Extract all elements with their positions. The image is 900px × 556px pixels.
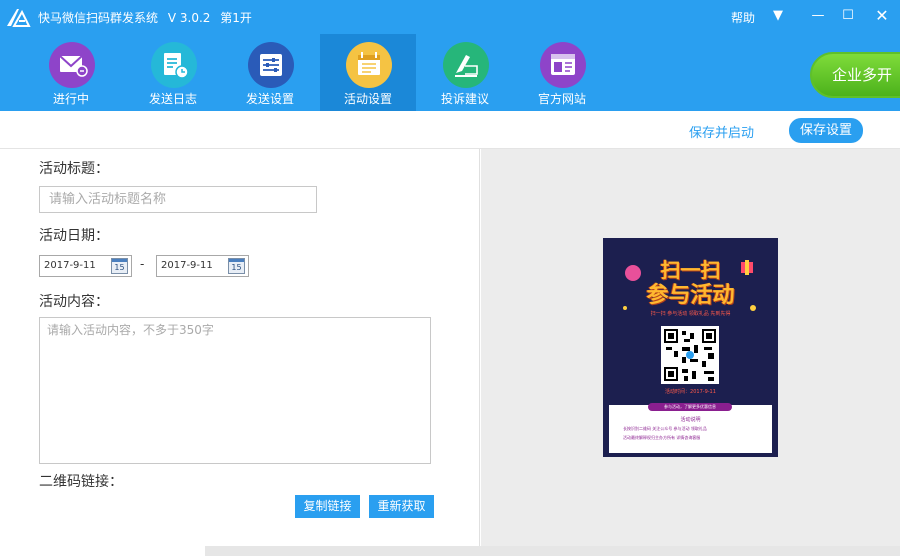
nav-item-activity-settings[interactable]: 活动设置 <box>320 34 416 111</box>
minimize-icon[interactable]: — <box>808 6 828 26</box>
qr-code-image <box>661 326 719 384</box>
app-version: V 3.0.2 <box>167 11 211 25</box>
copy-link-button[interactable]: 复制链接 <box>295 495 360 518</box>
content-textarea[interactable]: 请输入活动内容，不多于350字 <box>39 317 431 464</box>
poster-title-line2: 参与活动 <box>646 283 735 308</box>
start-date-picker[interactable]: 2017-9-11 15 <box>39 255 132 277</box>
toolbar: 保存并启动 保存设置 <box>0 111 900 149</box>
bottom-scroll-area <box>205 546 900 556</box>
activity-form-panel: 活动标题： 请输入活动标题名称 活动日期： 2017-9-11 15 - 201… <box>0 149 480 556</box>
feedback-icon <box>443 42 489 88</box>
enterprise-multi-open-button[interactable]: 企业多开 <box>810 52 900 98</box>
nav-label: 发送设置 <box>245 92 294 106</box>
content-label: 活动内容： <box>39 294 109 310</box>
poster-preview: 扫一扫 参与活动 扫一扫 参与活动 领取礼品 先到先得 活动时间：2017-9-… <box>603 238 778 457</box>
title-input[interactable]: 请输入活动标题名称 <box>39 186 317 213</box>
qr-link-label: 二维码链接： <box>39 474 123 490</box>
date-separator: - <box>140 257 145 271</box>
refresh-button[interactable]: 重新获取 <box>369 495 434 518</box>
help-link[interactable]: 帮助 <box>731 9 755 26</box>
app-name: 快马微信扫码群发系统 <box>38 11 159 25</box>
poster-card-heading: 活动说明 <box>680 417 701 423</box>
menu-dropdown-icon[interactable]: ▼ <box>768 6 788 26</box>
nav-label: 官方网站 <box>537 92 586 106</box>
end-date-value: 2017-9-11 <box>161 260 213 271</box>
poster-activity-time: 活动时间：2017-9-11 <box>665 389 716 395</box>
app-header: 快马微信扫码群发系统 V 3.0.2 第1开 帮助 ▼ — ☐ ✕ 进行中 发送… <box>0 0 900 111</box>
app-title: 快马微信扫码群发系统 V 3.0.2 第1开 <box>38 9 258 26</box>
nav-label: 活动设置 <box>343 92 392 106</box>
nav-label: 进行中 <box>52 92 89 106</box>
maximize-icon[interactable]: ☐ <box>838 6 858 26</box>
end-date-picker[interactable]: 2017-9-11 15 <box>156 255 249 277</box>
mail-icon <box>49 42 95 88</box>
title-bar: 快马微信扫码群发系统 V 3.0.2 第1开 帮助 ▼ — ☐ ✕ <box>0 0 900 34</box>
app-logo-icon <box>7 9 31 27</box>
nav-item-in-progress[interactable]: 进行中 <box>23 34 119 111</box>
start-date-value: 2017-9-11 <box>44 260 96 271</box>
poster-card-line: 活动最终解释权归主办方所有 详情咨询客服 <box>623 435 701 440</box>
poster-pill-label: 参与活动，了解更多优惠信息 <box>648 403 732 411</box>
nav-label: 发送日志 <box>148 92 197 106</box>
calendar-icon[interactable]: 15 <box>228 258 245 274</box>
poster-card-line: 长按识别二维码 关注公众号 参与活动 领取礼品 <box>623 426 707 431</box>
nav-item-send-log[interactable]: 发送日志 <box>125 34 221 111</box>
nav-item-feedback[interactable]: 投诉建议 <box>417 34 513 111</box>
nav-item-official-site[interactable]: 官方网站 <box>514 34 610 111</box>
nav-item-send-settings[interactable]: 发送设置 <box>222 34 318 111</box>
poster-info-card: 活动说明 长按识别二维码 关注公众号 参与活动 领取礼品 活动最终解释权归主办方… <box>609 405 772 453</box>
save-and-start-link[interactable]: 保存并启动 <box>689 122 754 141</box>
close-icon[interactable]: ✕ <box>872 6 892 26</box>
poster-subtitle: 扫一扫 参与活动 领取礼品 先到先得 <box>650 311 731 317</box>
nav-label: 投诉建议 <box>440 92 489 106</box>
app-instance: 第1开 <box>220 11 252 25</box>
log-icon <box>151 42 197 88</box>
calendar-icon[interactable]: 15 <box>111 258 128 274</box>
browser-icon <box>540 42 586 88</box>
sliders-icon <box>248 42 294 88</box>
date-label: 活动日期： <box>39 228 109 244</box>
calendar-icon <box>346 42 392 88</box>
title-label: 活动标题： <box>39 161 109 177</box>
save-settings-button[interactable]: 保存设置 <box>789 118 863 143</box>
